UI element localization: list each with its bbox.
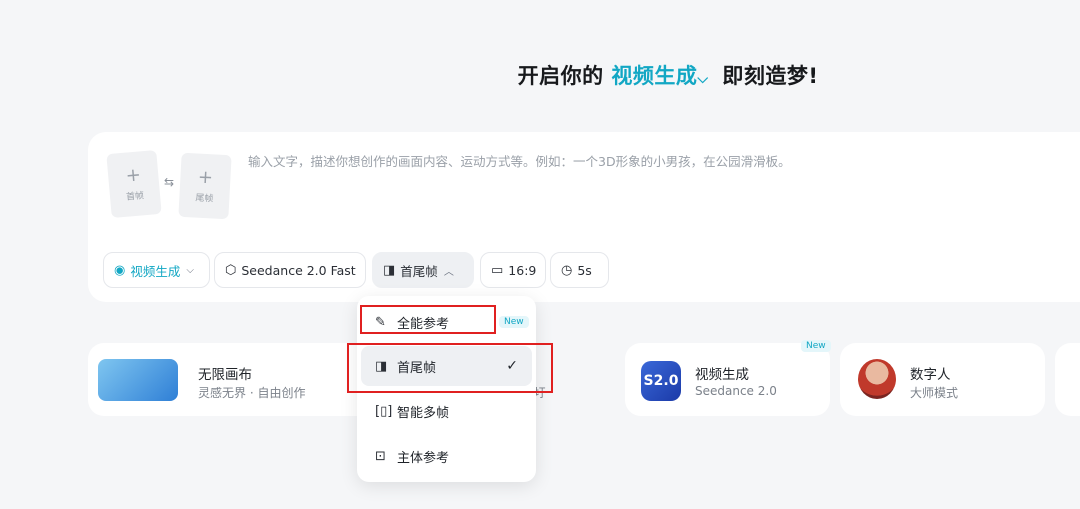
subject-reference-icon: ⊡: [375, 448, 386, 464]
feature-title: 数字人: [910, 367, 951, 383]
mode-label: 视频生成: [130, 263, 181, 279]
feature-title: 视频生成: [695, 367, 749, 383]
headline-prefix: 开启你的: [517, 64, 604, 88]
highlight-box-all-reference: [360, 305, 496, 334]
video-play-icon: ◉: [114, 262, 126, 278]
dropdown-item-label: 主体参考: [397, 450, 450, 466]
new-badge: New: [499, 316, 529, 328]
prompt-input[interactable]: 输入文字，描述你想创作的画面内容、运动方式等。例如：一个3D形象的小男孩，在公园…: [248, 151, 791, 170]
feature-subtitle: Seedance 2.0: [695, 384, 777, 398]
model-label: Seedance 2.0 Fast: [241, 262, 356, 278]
ratio-icon: ▭: [491, 262, 504, 278]
model-select-button[interactable]: ⬡ Seedance 2.0 Fast: [214, 252, 366, 288]
feature-subtitle: 灵感无界 · 自由创作: [198, 386, 306, 400]
plus-icon: +: [124, 163, 142, 187]
seedance-logo: S2.0: [641, 361, 681, 401]
last-frame-label: 尾帧: [195, 193, 214, 204]
avatar: [858, 359, 896, 399]
aspect-ratio-button[interactable]: ▭ 16:9: [480, 252, 546, 288]
feature-card-canvas[interactable]: 无限画布 灵感无界 · 自由创作 圩: [88, 343, 546, 416]
new-badge: New: [801, 340, 831, 352]
duration-button[interactable]: ◷ 5s: [550, 252, 609, 288]
swap-icon[interactable]: ⇆: [164, 175, 174, 189]
feature-title: 无限画布: [198, 367, 252, 383]
ratio-label: 16:9: [508, 262, 537, 278]
headline-suffix: 即刻造梦!: [722, 64, 819, 88]
page-headline: 开启你的 视频生成⌵ 即刻造梦!: [0, 60, 1080, 90]
first-frame-label: 首帧: [125, 190, 145, 203]
prompt-card: + 首帧 ⇆ + 尾帧 输入文字，描述你想创作的画面内容、运动方式等。例如：一个…: [88, 132, 1080, 302]
first-last-frame-icon: ◨: [383, 262, 396, 278]
cube-icon: ⬡: [225, 262, 237, 278]
feature-subtitle: 大师模式: [910, 386, 959, 400]
clock-icon: ◷: [561, 262, 573, 278]
feature-card-video[interactable]: S2.0 视频生成 Seedance 2.0 New: [625, 340, 831, 416]
dropdown-item-subject-reference[interactable]: ⊡ 主体参考: [361, 436, 532, 476]
feature-card-partial[interactable]: [1055, 343, 1080, 416]
dropdown-item-multi-frame[interactable]: [▯] 智能多帧: [361, 391, 532, 431]
headline-mode-selector[interactable]: 视频生成: [611, 64, 697, 88]
feature-card-digital-human[interactable]: 数字人 大师模式: [840, 343, 1045, 416]
frame-mode-button[interactable]: ◨ 首尾帧 ︿: [372, 252, 474, 288]
duration-label: 5s: [577, 262, 592, 278]
pegasus-thumbnail: [98, 359, 178, 401]
first-frame-upload[interactable]: + 首帧: [106, 149, 162, 219]
mode-select-button[interactable]: ◉ 视频生成 ⌵: [103, 252, 210, 288]
highlight-box-first-last-frame: [347, 343, 553, 393]
chevron-down-icon: ⌵: [186, 264, 194, 276]
plus-icon: +: [197, 166, 214, 188]
chevron-up-icon: ︿: [443, 266, 454, 278]
chevron-down-icon[interactable]: ⌵: [697, 71, 708, 87]
multi-frame-icon: [▯]: [375, 403, 393, 419]
last-frame-upload[interactable]: + 尾帧: [178, 152, 232, 220]
frame-mode-label: 首尾帧: [400, 263, 438, 279]
dropdown-item-label: 智能多帧: [397, 405, 450, 421]
